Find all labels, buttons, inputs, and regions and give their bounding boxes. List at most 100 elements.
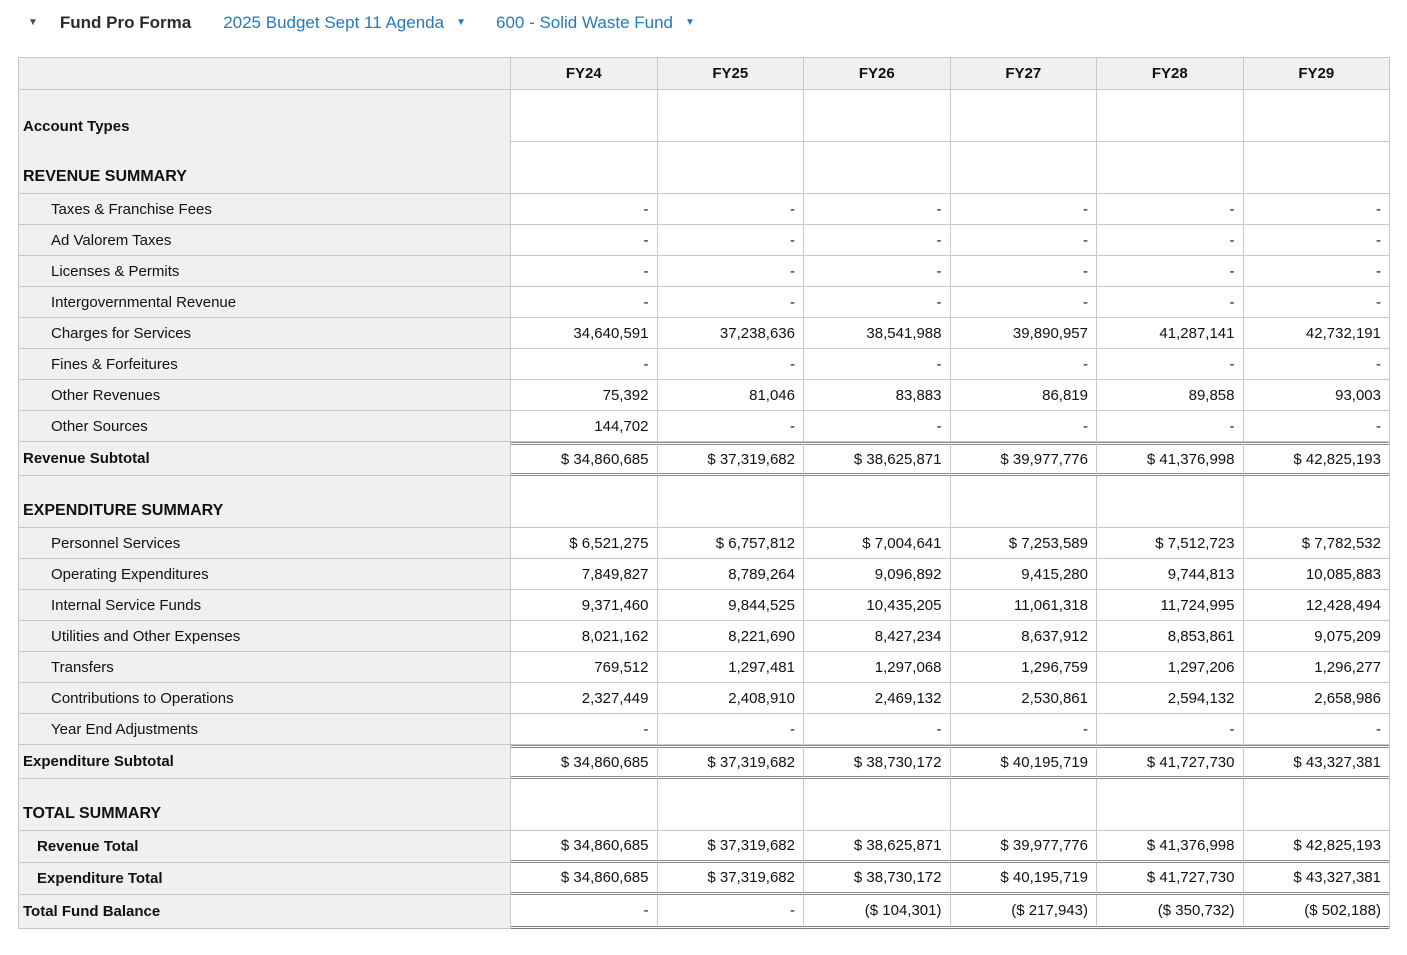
column-header-fy24: FY24 xyxy=(511,58,658,90)
value-cell-fy25: 8,789,264 xyxy=(657,559,804,590)
value-cell-fy28: 8,853,861 xyxy=(1097,621,1244,652)
value-cell-fy24: 769,512 xyxy=(511,652,658,683)
empty-cell xyxy=(511,779,658,831)
empty-cell xyxy=(804,779,951,831)
value-cell-fy26: 83,883 xyxy=(804,380,951,411)
value-cell-fy27: 9,415,280 xyxy=(950,559,1097,590)
value-cell-fy28: 2,594,132 xyxy=(1097,683,1244,714)
value-cell-fy27: 39,890,957 xyxy=(950,318,1097,349)
value-cell-fy26: $ 38,625,871 xyxy=(804,831,951,863)
value-cell-fy26: - xyxy=(804,411,951,442)
row-label: Other Revenues xyxy=(19,380,511,411)
value-cell-fy24: $ 34,860,685 xyxy=(511,863,658,895)
chevron-down-icon: ▼ xyxy=(456,17,466,28)
value-cell-fy29: $ 43,327,381 xyxy=(1243,863,1389,895)
row-label: Fines & Forfeitures xyxy=(19,349,511,380)
value-cell-fy29: 2,658,986 xyxy=(1243,683,1389,714)
value-cell-fy28: 11,724,995 xyxy=(1097,590,1244,621)
empty-cell xyxy=(1097,476,1244,528)
value-cell-fy29: - xyxy=(1243,349,1389,380)
empty-cell xyxy=(950,90,1097,142)
value-cell-fy29: $ 7,782,532 xyxy=(1243,528,1389,559)
row-label: Licenses & Permits xyxy=(19,256,511,287)
value-cell-fy28: $ 41,376,998 xyxy=(1097,831,1244,863)
section-label: EXPENDITURE SUMMARY xyxy=(19,476,511,528)
value-cell-fy27: 86,819 xyxy=(950,380,1097,411)
value-cell-fy26: $ 38,730,172 xyxy=(804,863,951,895)
row-label: Expenditure Total xyxy=(19,863,511,895)
table-row: Total Fund Balance - - ($ 104,301) ($ 217,94… xyxy=(19,895,1389,929)
empty-cell xyxy=(511,142,658,194)
value-cell-fy27: 11,061,318 xyxy=(950,590,1097,621)
value-cell-fy24: $ 34,860,685 xyxy=(511,831,658,863)
value-cell-fy26: 10,435,205 xyxy=(804,590,951,621)
value-cell-fy24: 75,392 xyxy=(511,380,658,411)
value-cell-fy27: - xyxy=(950,349,1097,380)
value-cell-fy25: 37,238,636 xyxy=(657,318,804,349)
value-cell-fy26: ($ 104,301) xyxy=(804,895,951,929)
table-row: Revenue Total $ 34,860,685 $ 37,319,682 $ 3… xyxy=(19,831,1389,863)
value-cell-fy28: 1,297,206 xyxy=(1097,652,1244,683)
table-row: Intergovernmental Revenue - - - - - - xyxy=(19,287,1389,318)
table-row: Operating Expenditures 7,849,827 8,789,264… xyxy=(19,559,1389,590)
table-row: Transfers 769,512 1,297,481 1,297,068 1,296,… xyxy=(19,652,1389,683)
value-cell-fy25: $ 37,319,682 xyxy=(657,442,804,476)
value-cell-fy28: $ 7,512,723 xyxy=(1097,528,1244,559)
section-band-row: EXPENDITURE SUMMARY xyxy=(19,476,1389,528)
value-cell-fy29: 10,085,883 xyxy=(1243,559,1389,590)
empty-cell xyxy=(1243,90,1389,142)
value-cell-fy29: - xyxy=(1243,714,1389,745)
value-cell-fy24: $ 34,860,685 xyxy=(511,745,658,779)
row-label: Internal Service Funds xyxy=(19,590,511,621)
value-cell-fy29: $ 42,825,193 xyxy=(1243,442,1389,476)
value-cell-fy24: - xyxy=(511,287,658,318)
value-cell-fy28: - xyxy=(1097,411,1244,442)
value-cell-fy27: $ 39,977,776 xyxy=(950,831,1097,863)
table-row: Internal Service Funds 9,371,460 9,844,525… xyxy=(19,590,1389,621)
value-cell-fy28: - xyxy=(1097,256,1244,287)
value-cell-fy28: $ 41,727,730 xyxy=(1097,863,1244,895)
empty-cell xyxy=(657,142,804,194)
chevron-down-icon: ▼ xyxy=(685,17,695,28)
value-cell-fy27: - xyxy=(950,287,1097,318)
value-cell-fy24: $ 34,860,685 xyxy=(511,442,658,476)
empty-cell xyxy=(1097,779,1244,831)
empty-cell xyxy=(1243,779,1389,831)
value-cell-fy24: 144,702 xyxy=(511,411,658,442)
budget-dropdown[interactable]: 2025 Budget Sept 11 Agenda ▼ xyxy=(223,13,466,33)
value-cell-fy25: - xyxy=(657,895,804,929)
value-cell-fy25: 1,297,481 xyxy=(657,652,804,683)
value-cell-fy29: 1,296,277 xyxy=(1243,652,1389,683)
fund-dropdown[interactable]: 600 - Solid Waste Fund ▼ xyxy=(496,13,695,33)
table-row: Taxes & Franchise Fees - - - - - - xyxy=(19,194,1389,225)
value-cell-fy27: 8,637,912 xyxy=(950,621,1097,652)
value-cell-fy26: - xyxy=(804,256,951,287)
section-label: Account Types xyxy=(19,90,511,142)
value-cell-fy25: - xyxy=(657,411,804,442)
value-cell-fy24: 2,327,449 xyxy=(511,683,658,714)
row-label: Contributions to Operations xyxy=(19,683,511,714)
value-cell-fy24: - xyxy=(511,895,658,929)
corner-cell xyxy=(19,58,511,90)
value-cell-fy24: - xyxy=(511,714,658,745)
section-label: REVENUE SUMMARY xyxy=(19,142,511,194)
row-label: Year End Adjustments xyxy=(19,714,511,745)
table-row: Expenditure Subtotal $ 34,860,685 $ 37,319… xyxy=(19,745,1389,779)
empty-cell xyxy=(1097,90,1244,142)
value-cell-fy28: 41,287,141 xyxy=(1097,318,1244,349)
value-cell-fy26: 9,096,892 xyxy=(804,559,951,590)
value-cell-fy24: 7,849,827 xyxy=(511,559,658,590)
value-cell-fy29: 9,075,209 xyxy=(1243,621,1389,652)
value-cell-fy29: - xyxy=(1243,225,1389,256)
empty-cell xyxy=(950,476,1097,528)
collapse-caret-icon[interactable]: ▼ xyxy=(28,18,38,28)
fund-dropdown-label: 600 - Solid Waste Fund xyxy=(495,13,673,32)
empty-cell xyxy=(1243,476,1389,528)
empty-cell xyxy=(804,142,951,194)
value-cell-fy27: 1,296,759 xyxy=(950,652,1097,683)
value-cell-fy27: $ 40,195,719 xyxy=(950,863,1097,895)
value-cell-fy25: 81,046 xyxy=(657,380,804,411)
value-cell-fy24: - xyxy=(511,194,658,225)
value-cell-fy25: $ 6,757,812 xyxy=(657,528,804,559)
value-cell-fy26: - xyxy=(804,287,951,318)
